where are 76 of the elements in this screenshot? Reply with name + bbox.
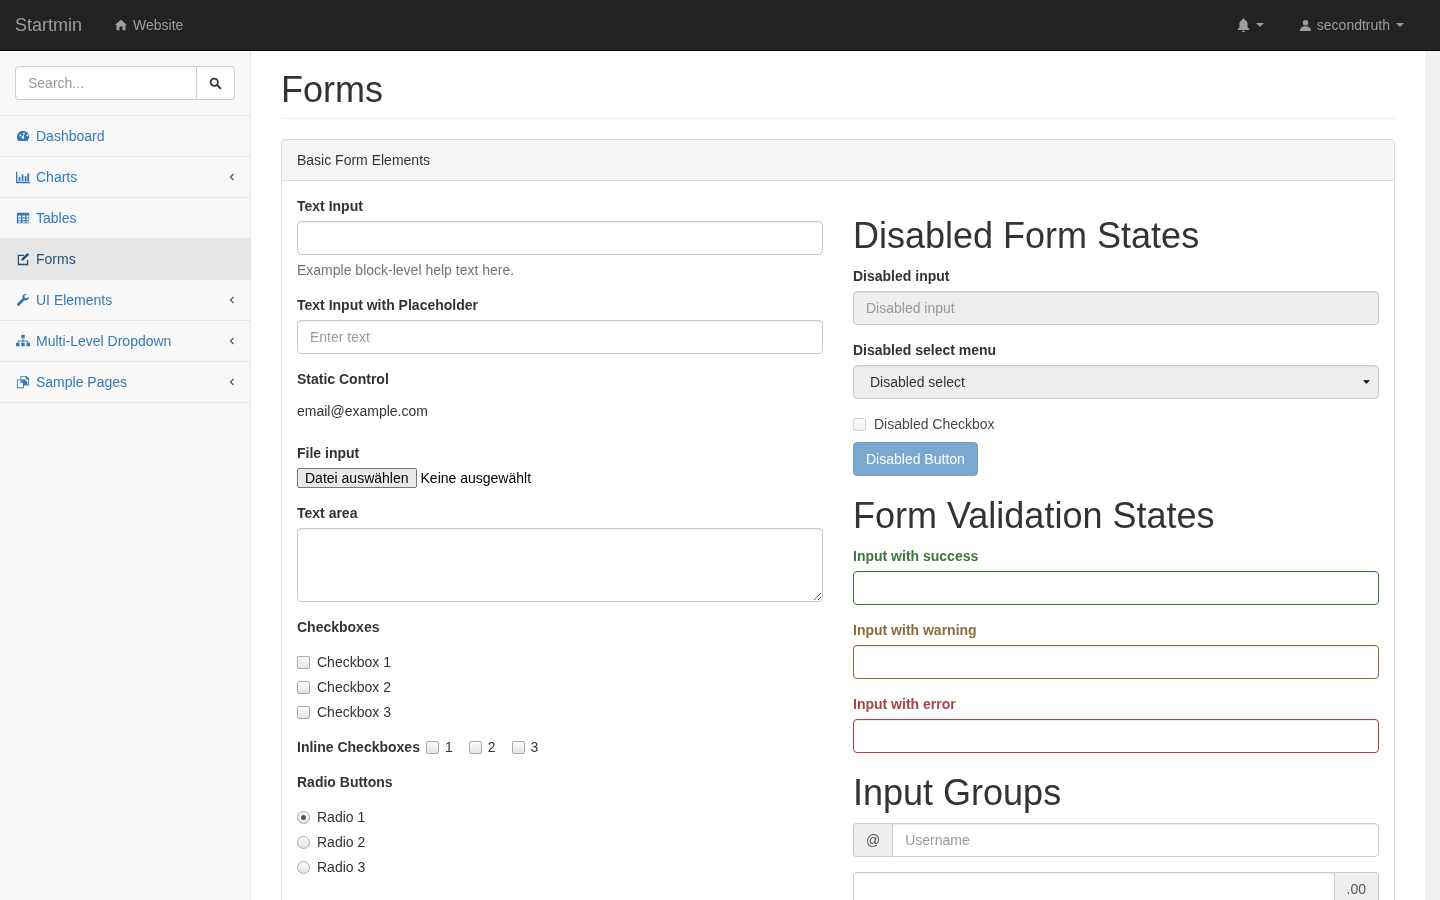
search-icon bbox=[209, 76, 222, 90]
field-label: Text Input with Placeholder bbox=[297, 296, 478, 315]
sidebar-item[interactable]: Multi-Level Dropdown bbox=[0, 321, 250, 362]
nav-link[interactable]: Website bbox=[115, 17, 184, 33]
sidebar-item[interactable]: UI Elements bbox=[0, 280, 250, 321]
caret-icon bbox=[1255, 23, 1264, 27]
caret-icon bbox=[1363, 380, 1370, 384]
panel-heading: Basic Form Elements bbox=[282, 140, 1394, 181]
field-label: Checkboxes bbox=[297, 618, 380, 637]
checkbox[interactable] bbox=[468, 740, 482, 754]
sidebar-item[interactable]: Dashboard bbox=[0, 116, 250, 157]
sidebar-item[interactable]: Forms bbox=[0, 239, 250, 280]
checkbox[interactable] bbox=[511, 740, 525, 754]
option-label[interactable]: 2 bbox=[487, 737, 496, 757]
section-heading: Disabled Form States bbox=[853, 216, 1200, 256]
field-label: Text Input bbox=[297, 197, 363, 216]
checkbox[interactable] bbox=[297, 655, 310, 669]
field-label: Input with warning bbox=[853, 621, 977, 640]
alerts-dropdown[interactable] bbox=[1236, 18, 1264, 32]
section-heading: Form Validation States bbox=[853, 496, 1215, 536]
option-label[interactable]: Radio 2 bbox=[317, 832, 366, 852]
menu-item-icon bbox=[16, 293, 30, 307]
option-label[interactable]: Radio 3 bbox=[317, 857, 366, 877]
option-label[interactable]: Checkbox 2 bbox=[317, 677, 391, 697]
input-addon: .00 bbox=[1334, 872, 1379, 900]
search-button[interactable] bbox=[197, 66, 235, 100]
option-label[interactable]: Radio 1 bbox=[317, 807, 366, 827]
menu-item-icon bbox=[16, 375, 30, 389]
radio-button[interactable] bbox=[297, 835, 310, 849]
static-text: email@example.com bbox=[297, 402, 428, 421]
text-area[interactable] bbox=[297, 528, 823, 602]
radio-button[interactable] bbox=[297, 860, 310, 874]
checkbox-label: Disabled Checkbox bbox=[874, 415, 995, 434]
field-label: Input with success bbox=[853, 547, 979, 566]
field-label: Radio Buttons bbox=[297, 773, 393, 792]
field-label: Static Control bbox=[297, 370, 389, 389]
sidebar-item[interactable]: Sample Pages bbox=[0, 362, 250, 403]
checkbox[interactable] bbox=[297, 680, 310, 694]
menu-item-icon bbox=[16, 129, 30, 143]
input-addon: @ bbox=[853, 823, 893, 857]
field-label: Input with error bbox=[853, 695, 956, 714]
radio-button[interactable] bbox=[297, 810, 310, 824]
option-label[interactable]: Checkbox 3 bbox=[317, 702, 391, 722]
page-title: Forms bbox=[281, 70, 1395, 119]
field-label: File input bbox=[297, 444, 360, 463]
search-field[interactable]: Search... bbox=[15, 66, 197, 100]
field-label: Inline Checkboxes bbox=[297, 738, 420, 757]
text-field[interactable] bbox=[853, 571, 1379, 605]
option-label[interactable]: Checkbox 1 bbox=[317, 652, 391, 672]
option-label[interactable]: 1 bbox=[444, 737, 453, 757]
caret-icon bbox=[1396, 23, 1404, 27]
help-text: Example block-level help text here. bbox=[297, 261, 515, 280]
checkbox[interactable] bbox=[297, 705, 310, 719]
section-heading: Input Groups bbox=[853, 773, 1062, 813]
file-choose-button[interactable]: Datei auswählen bbox=[297, 468, 417, 488]
field-label: Disabled select menu bbox=[853, 341, 997, 360]
text-field[interactable] bbox=[853, 645, 1379, 679]
field-label: Text area bbox=[297, 504, 358, 523]
menu-item-icon bbox=[16, 170, 30, 184]
text-field[interactable] bbox=[853, 719, 1379, 753]
checkbox[interactable] bbox=[425, 740, 439, 754]
option-label[interactable]: 3 bbox=[530, 737, 539, 757]
field-label: Disabled input bbox=[853, 267, 950, 286]
brand-logo[interactable]: Startmin bbox=[15, 14, 83, 36]
action-button: Disabled Button bbox=[853, 442, 978, 476]
select-field: Disabled select bbox=[853, 365, 1379, 399]
menu-item-icon bbox=[16, 334, 30, 348]
file-status: Keine ausgewählt bbox=[420, 470, 532, 486]
home-icon bbox=[115, 19, 128, 31]
user-icon bbox=[1299, 19, 1311, 31]
menu-item-icon bbox=[16, 252, 30, 266]
bell-icon bbox=[1236, 18, 1250, 32]
menu-item-icon bbox=[16, 211, 30, 225]
text-field: Disabled input bbox=[853, 291, 1379, 325]
user-dropdown[interactable]: secondtruth bbox=[1299, 17, 1404, 33]
sidebar-item[interactable]: Charts bbox=[0, 157, 250, 198]
